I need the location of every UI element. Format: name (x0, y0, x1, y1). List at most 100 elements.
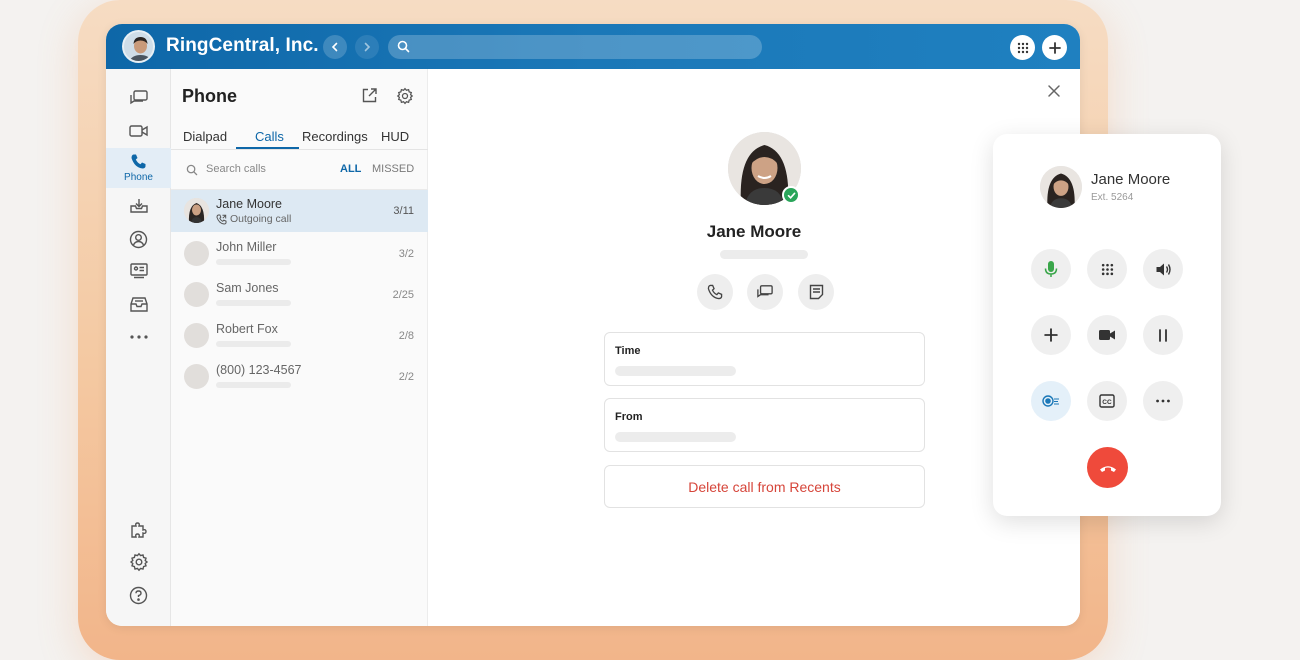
message-button[interactable] (747, 274, 783, 310)
from-field: From (604, 398, 925, 452)
rail-item-inbox[interactable] (106, 191, 171, 221)
call-type: Outgoing call (216, 213, 291, 225)
hang-up-icon (1099, 465, 1116, 472)
rail-item-messages[interactable] (106, 83, 171, 113)
call-row[interactable]: Sam Jones 2/25 (171, 274, 428, 316)
avatar (184, 282, 209, 307)
avatar (184, 364, 209, 389)
placeholder-line (615, 366, 736, 376)
forward-button[interactable] (355, 35, 379, 59)
call-name: Jane Moore (216, 197, 283, 211)
record-button[interactable] (1031, 381, 1071, 421)
caller-extension: Ext. 5264 (1091, 192, 1134, 203)
rail-item-contacts[interactable] (106, 224, 171, 254)
microphone-icon (1044, 261, 1058, 277)
chevron-left-icon (331, 42, 338, 52)
rail-item-help[interactable] (106, 580, 171, 610)
record-icon (1042, 395, 1059, 407)
rail-item-label: Phone (124, 172, 153, 183)
global-search-input[interactable] (388, 35, 762, 59)
search-icon (397, 40, 410, 53)
call-date: 3/11 (393, 205, 414, 217)
captions-button[interactable]: CC (1087, 381, 1127, 421)
outgoing-call-icon (216, 213, 227, 225)
notes-button[interactable] (798, 274, 834, 310)
tab-calls[interactable]: Calls (255, 129, 284, 144)
nav-rail: Phone (106, 69, 171, 626)
help-icon (129, 586, 148, 604)
rail-item-apps[interactable] (106, 515, 171, 545)
filter-all[interactable]: ALL (340, 163, 361, 175)
keypad-button[interactable] (1087, 249, 1127, 289)
placeholder-line (216, 382, 291, 388)
call-date: 3/2 (398, 248, 414, 260)
video-icon (128, 125, 148, 137)
speaker-button[interactable] (1143, 249, 1183, 289)
settings-icon (129, 552, 148, 572)
chevron-right-icon (364, 42, 371, 52)
rail-item-tray[interactable] (106, 289, 171, 319)
video-button[interactable] (1087, 315, 1127, 355)
call-detail-pane: Jane Moore Time From Delete call from Re… (428, 69, 1080, 626)
speaker-icon (1156, 263, 1171, 275)
call-date: 2/2 (398, 371, 414, 383)
call-row[interactable]: Jane Moore Outgoing call 3/11 (171, 190, 428, 232)
placeholder-line (216, 259, 291, 265)
add-call-button[interactable] (1031, 315, 1071, 355)
delete-call-button[interactable]: Delete call from Recents (604, 465, 925, 508)
org-name: RingCentral, Inc. (166, 35, 319, 56)
puzzle-icon (130, 522, 147, 538)
placeholder-line (720, 250, 808, 259)
more-options-button[interactable] (1143, 381, 1183, 421)
call-date: 2/25 (392, 289, 414, 301)
call-name: Sam Jones (216, 281, 279, 295)
tab-recordings[interactable]: Recordings (302, 129, 368, 144)
rail-item-whiteboard[interactable] (106, 256, 171, 286)
pop-out-icon[interactable] (361, 87, 378, 104)
messages-icon (129, 90, 148, 105)
hold-button[interactable] (1143, 315, 1183, 355)
close-icon[interactable] (1047, 84, 1061, 98)
back-button[interactable] (323, 35, 347, 59)
closed-captions-icon: CC (1099, 394, 1115, 408)
end-call-button[interactable] (1087, 447, 1128, 488)
call-date: 2/8 (398, 330, 414, 342)
caller-avatar (1040, 166, 1082, 208)
mute-button[interactable] (1031, 249, 1071, 289)
rail-item-settings[interactable] (106, 547, 171, 577)
phone-pane: Phone Dialpad Calls Recordings HUD Searc… (171, 69, 428, 626)
user-avatar[interactable] (122, 30, 155, 63)
call-name: Robert Fox (216, 322, 278, 336)
add-button[interactable] (1042, 35, 1067, 60)
tab-dialpad[interactable]: Dialpad (183, 129, 227, 144)
call-name: (800) 123-4567 (216, 363, 302, 377)
call-row[interactable]: John Miller 3/2 (171, 233, 428, 275)
tray-icon (129, 296, 148, 312)
call-row[interactable]: (800) 123-4567 2/2 (171, 356, 428, 398)
gear-icon[interactable] (396, 87, 414, 105)
search-placeholder: Search calls (206, 163, 266, 175)
pane-title: Phone (182, 86, 238, 106)
dialpad-button[interactable] (1010, 35, 1035, 60)
messages-icon (757, 285, 773, 298)
avatar (184, 198, 209, 223)
plus-icon (1044, 328, 1058, 342)
inbox-icon (129, 199, 148, 213)
filter-missed[interactable]: MISSED (372, 163, 414, 175)
call-button[interactable] (697, 274, 733, 310)
captions-label: CC (1102, 399, 1112, 406)
tab-hud[interactable]: HUD (381, 129, 409, 144)
call-row[interactable]: Robert Fox 2/8 (171, 315, 428, 357)
rail-item-video[interactable] (106, 116, 171, 146)
rail-item-more[interactable] (106, 322, 171, 352)
placeholder-line (615, 432, 736, 442)
call-type-label: Outgoing call (230, 213, 292, 225)
caller-name: Jane Moore (1091, 171, 1171, 188)
rail-item-phone[interactable]: Phone (106, 148, 171, 188)
search-calls-input[interactable]: Search calls ALL MISSED (171, 150, 428, 190)
phone-icon (131, 154, 146, 169)
search-icon (186, 164, 198, 176)
note-icon (809, 284, 823, 300)
more-icon (129, 335, 148, 339)
video-icon (1099, 330, 1115, 340)
